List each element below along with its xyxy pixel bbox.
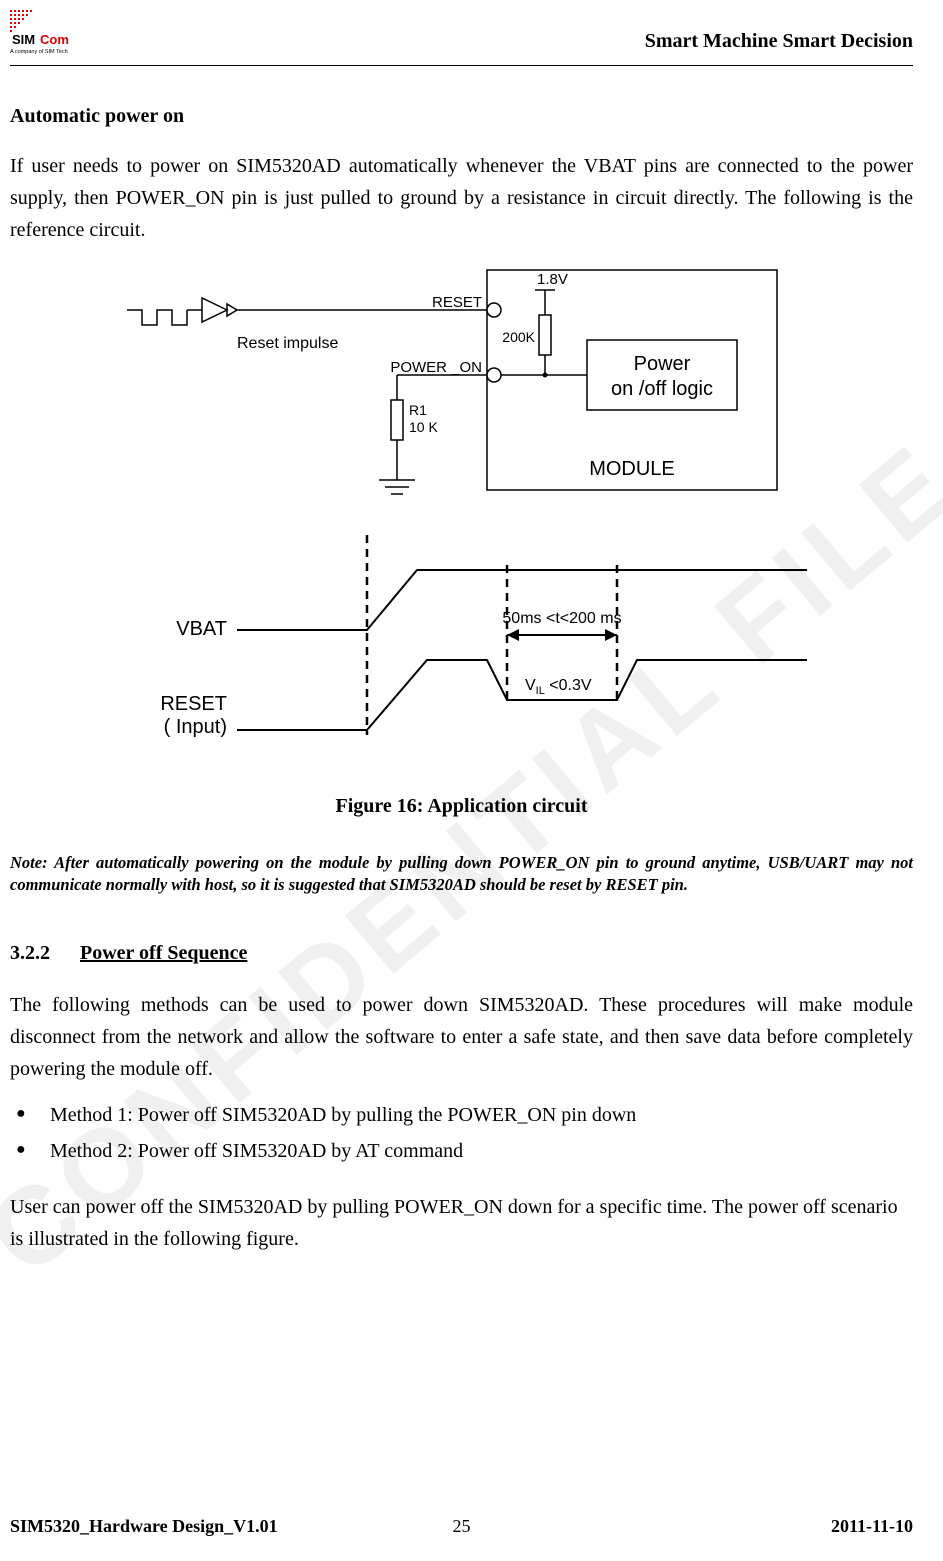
- section-auto-paragraph: If user needs to power on SIM5320AD auto…: [10, 150, 913, 246]
- section-off-number: 3.2.2: [10, 937, 80, 969]
- label-reset-input-2: ( Input): [163, 716, 226, 738]
- svg-text:VIL <0.3V: VIL <0.3V: [525, 677, 592, 697]
- label-power-logic-top: Power: [633, 353, 690, 375]
- label-reset: RESET: [431, 294, 481, 311]
- section-off-title: Power off Sequence: [80, 942, 247, 964]
- section-off-paragraph: The following methods can be used to pow…: [10, 989, 913, 1085]
- label-reset-impulse: Reset impulse: [237, 335, 338, 352]
- label-200k: 200K: [502, 329, 535, 345]
- label-r1-value: 10 K: [409, 419, 438, 435]
- figure-16: MODULE 1.8V 200K Power on /off logic RES…: [10, 260, 913, 780]
- svg-text:SIM: SIM: [12, 32, 35, 47]
- label-vbat: VBAT: [176, 618, 227, 640]
- section-auto-title: Automatic power on: [10, 100, 913, 132]
- figure-caption: Figure 16: Application circuit: [10, 790, 913, 822]
- list-item: Method 2: Power off SIM5320AD by AT comm…: [10, 1135, 913, 1167]
- list-item: Method 1: Power off SIM5320AD by pulling…: [10, 1099, 913, 1131]
- note-text: Note: After automatically powering on th…: [10, 852, 913, 897]
- section-off-heading: 3.2.2Power off Sequence: [10, 937, 913, 969]
- label-vil-v: V: [525, 677, 536, 694]
- footer-left: SIM5320_Hardware Design_V1.01: [10, 1516, 278, 1537]
- label-power-on: POWER _ON: [390, 359, 482, 376]
- label-reset-input-1: RESET: [160, 693, 227, 715]
- label-vil-sub: IL: [535, 685, 544, 697]
- logo: SIM Com A company of SIM Tech: [10, 10, 75, 55]
- label-power-logic-bottom: on /off logic: [611, 378, 713, 400]
- label-vil-rest: <0.3V: [544, 677, 591, 694]
- page-header: SIM Com A company of SIM Tech Smart Mach…: [0, 10, 943, 70]
- section-off-paragraph2: User can power off the SIM5320AD by pull…: [10, 1191, 913, 1255]
- footer-page-number: 25: [453, 1516, 471, 1537]
- header-rule: [10, 65, 913, 66]
- label-timing: 50ms <t<200 ms: [502, 610, 621, 627]
- method-list: Method 1: Power off SIM5320AD by pulling…: [10, 1099, 913, 1167]
- label-r1-name: R1: [409, 402, 427, 418]
- label-1v8: 1.8V: [537, 271, 568, 288]
- svg-text:Com: Com: [40, 32, 69, 47]
- logo-subtext: A company of SIM Tech: [10, 49, 68, 55]
- header-tagline: Smart Machine Smart Decision: [645, 30, 913, 53]
- footer-date: 2011-11-10: [831, 1516, 913, 1537]
- label-module: MODULE: [589, 458, 675, 480]
